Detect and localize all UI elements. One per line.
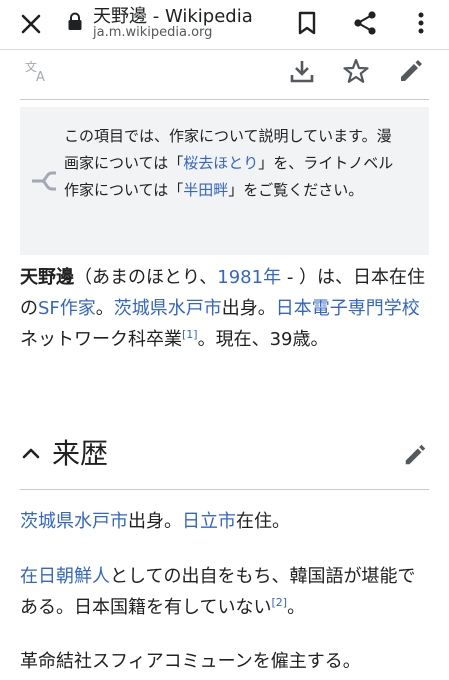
star-icon[interactable] <box>342 57 370 85</box>
lead-text: 。現在、39歳。 <box>197 329 329 350</box>
hatnote-link-light-novel-author[interactable]: 半田畔 <box>183 181 228 199</box>
hatnote-text-part: 」をご覧ください。 <box>228 181 364 199</box>
history-paragraph-2: 在日朝鮮人としての出自をもち、韓国語が堪能である。日本国籍を有していない[2]。 <box>20 561 432 623</box>
section-edit-icon[interactable] <box>402 442 428 468</box>
svg-text:A: A <box>36 70 45 84</box>
close-icon[interactable] <box>16 9 46 39</box>
hatnote-text: この項目では、作家について説明しています。漫画家については「桜去ほとり」を、ライ… <box>64 123 404 204</box>
year-link[interactable]: 1981年 <box>217 267 281 288</box>
browser-toolbar: 天野邊 - Wikipedia ja.m.wikipedia.org <box>0 0 449 50</box>
chevron-up-icon[interactable] <box>20 442 42 464</box>
section-header[interactable]: 来歴 <box>20 424 429 490</box>
zainichi-korean-link[interactable]: 在日朝鮮人 <box>20 566 110 587</box>
edit-icon[interactable] <box>397 57 425 85</box>
lead-text: （あまのほとり、 <box>74 267 218 288</box>
school-link[interactable]: 日本電子専門学校 <box>276 298 420 319</box>
bookmark-icon[interactable] <box>292 8 322 38</box>
hitachi-link[interactable]: 日立市 <box>182 511 236 532</box>
share-icon[interactable] <box>350 8 380 38</box>
browser-url[interactable]: ja.m.wikipedia.org <box>93 25 212 40</box>
history-paragraph-3: 革命結社スフィアコミューンを僱主する。 <box>20 651 361 672</box>
sf-writer-link[interactable]: SF作家 <box>38 298 96 319</box>
paragraph-text: 出身。 <box>128 511 182 532</box>
disambiguation-icon <box>32 171 56 191</box>
paragraph-text: 在住。 <box>236 511 290 532</box>
hatnote-link-manga-artist[interactable]: 桜去ほとり <box>183 154 258 172</box>
download-icon[interactable] <box>288 57 316 85</box>
prefecture-link[interactable]: 茨城県 <box>20 511 74 532</box>
city-link[interactable]: 水戸市 <box>74 511 128 532</box>
section-title: 来歴 <box>52 437 109 470</box>
city-link[interactable]: 水戸市 <box>168 298 222 319</box>
hatnote-line: この項目では、作家について説明しています。 <box>64 127 377 145</box>
reference-link[interactable]: [2] <box>271 596 287 609</box>
page-actions-bar: 文 A <box>20 54 429 100</box>
article-subject: 天野邊 <box>20 267 74 288</box>
more-options-icon[interactable] <box>406 8 436 38</box>
history-paragraph-1: 茨城県水戸市出身。日立市在住。 <box>20 506 432 537</box>
lock-icon <box>68 12 82 30</box>
reference-link[interactable]: [1] <box>182 328 198 341</box>
lead-text: 。 <box>95 298 114 319</box>
lead-paragraph: 天野邊（あまのほとり、1981年 - ）は、日本在住のSF作家。茨城県水戸市出身… <box>20 262 432 355</box>
language-icon[interactable]: 文 A <box>24 58 50 84</box>
lead-text: ネットワーク科卒業 <box>20 329 182 350</box>
prefecture-link[interactable]: 茨城県 <box>114 298 168 319</box>
lead-text: 出身。 <box>221 298 276 319</box>
hatnote-box: この項目では、作家について説明しています。漫画家については「桜去ほとり」を、ライ… <box>20 107 429 255</box>
paragraph-text: 。 <box>287 597 306 618</box>
